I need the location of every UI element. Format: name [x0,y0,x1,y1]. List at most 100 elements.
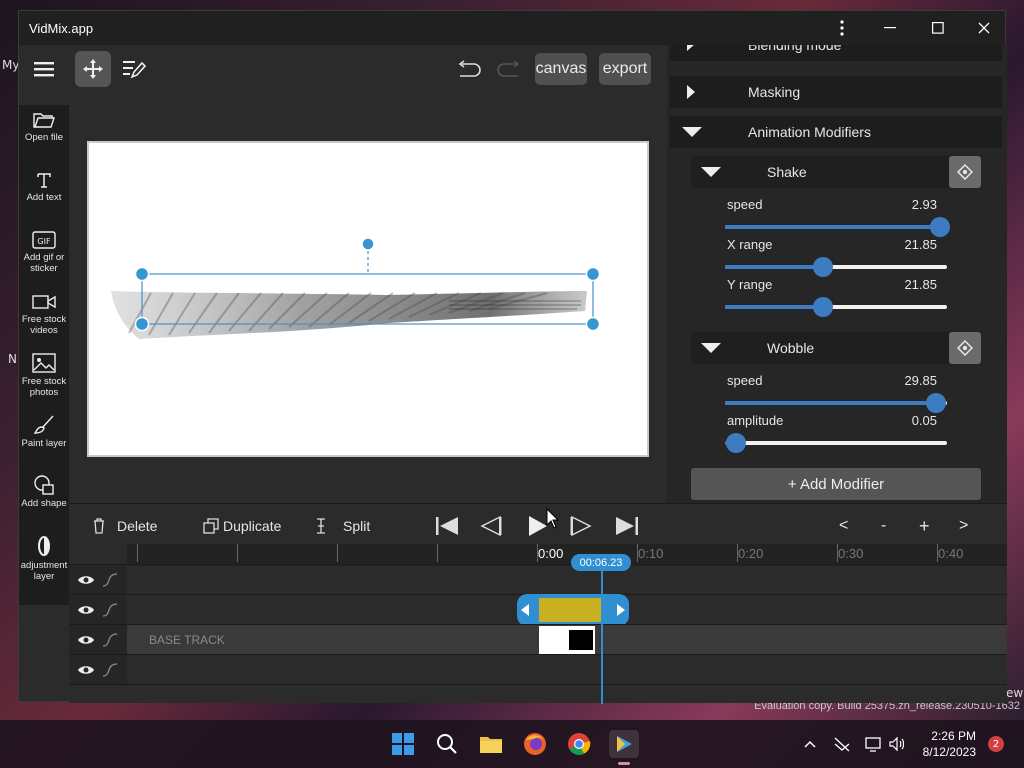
close-icon[interactable] [961,11,1007,45]
slider-knob[interactable] [726,433,747,453]
track-row [69,684,1007,704]
modifier-name: Shake [767,164,807,180]
tool-label: adjustment layer [20,560,68,582]
stock-photos-tool[interactable]: Free stock photos [19,353,69,398]
ruler-label: 0:00 [538,546,564,561]
export-button[interactable]: export [599,53,651,85]
eye-icon[interactable] [77,631,95,649]
clip-body[interactable] [539,598,603,622]
zoom-in-button[interactable]: + [919,514,930,538]
skip-to-end-icon[interactable] [615,514,639,538]
notification-badge[interactable]: 2 [988,736,1004,752]
resize-handle[interactable] [134,316,150,332]
curve-icon[interactable] [101,631,119,649]
section-blending-mode[interactable]: Blending mode [670,45,1002,61]
resize-handle[interactable] [134,266,150,282]
delete-button[interactable]: Delete [93,514,157,538]
curve-icon[interactable] [101,601,119,619]
add-shape-tool[interactable]: Add shape [19,475,69,509]
eye-icon[interactable] [77,601,95,619]
base-track-row: BASE TRACK [69,624,1007,655]
track-controls [69,565,127,595]
adjustment-layer-tool[interactable]: adjustment layer [19,535,69,582]
slider-knob[interactable] [930,217,951,237]
video-camera-icon [32,295,56,309]
playhead-time-badge[interactable]: 00:06.23 [571,554,631,571]
slider-knob[interactable] [812,297,833,317]
vidmix-taskbar-icon[interactable] [609,730,639,758]
system-clock[interactable]: 2:26 PM 8/12/2023 [923,728,976,760]
ruler-tick [437,544,438,562]
resize-handle[interactable] [585,316,601,332]
paint-layer-tool[interactable]: Paint layer [19,415,69,449]
slider-knob[interactable] [925,393,946,413]
keyframe-diamond-icon[interactable] [949,332,981,364]
timeline: Delete Duplicate Split < - + > 0:00 0:10… [69,503,1007,704]
wobble-speed-slider[interactable] [725,393,947,413]
zoom-out-button[interactable]: - [881,514,886,538]
shake-y-range-slider[interactable] [725,297,947,317]
track-row [69,654,1007,685]
base-clip[interactable] [539,626,595,654]
slider-knob[interactable] [812,257,833,277]
section-animation-modifiers[interactable]: Animation Modifiers [670,116,1002,148]
skip-to-start-icon[interactable] [435,514,459,538]
trim-right-handle-icon[interactable] [617,604,625,616]
rotate-handle[interactable] [361,237,375,251]
shake-x-range-slider[interactable] [725,257,947,277]
chrome-icon[interactable] [565,730,593,758]
step-forward-icon[interactable] [569,514,593,538]
duplicate-icon [203,518,219,534]
modifier-wobble[interactable]: Wobble [691,332,981,364]
chevron-up-icon[interactable] [796,730,824,758]
canvas-button[interactable]: canvas [535,53,587,85]
redo-icon[interactable] [495,55,523,83]
zoom-prev-button[interactable]: < [839,514,848,538]
section-masking[interactable]: Masking [670,76,1002,108]
time-ruler[interactable]: 0:00 0:10 0:20 0:30 0:40 [127,544,1007,566]
minimize-icon[interactable] [867,11,913,45]
zoom-next-button[interactable]: > [959,514,968,538]
split-label: Split [343,518,371,534]
text-icon [37,173,51,188]
hamburger-menu-icon[interactable] [29,54,59,84]
shake-speed-slider[interactable] [725,217,951,237]
add-gif-tool[interactable]: GIF Add gif or sticker [19,231,69,274]
open-file-tool[interactable]: Open file [19,111,69,143]
split-button[interactable]: Split [315,514,370,538]
video-canvas[interactable] [87,141,649,457]
modifier-shake[interactable]: Shake [691,156,981,188]
clock-time: 2:26 PM [931,729,976,743]
kebab-menu-icon[interactable] [819,11,865,45]
maximize-icon[interactable] [915,11,961,45]
start-icon[interactable] [389,730,417,758]
duplicate-button[interactable]: Duplicate [203,514,281,538]
desktop-label: My [2,58,20,72]
file-explorer-icon[interactable] [477,730,505,758]
eye-icon[interactable] [77,661,95,679]
eye-icon[interactable] [77,571,95,589]
volume-icon[interactable] [884,730,912,758]
param-label: X range [727,237,773,252]
duplicate-label: Duplicate [223,518,282,534]
selected-clip[interactable] [517,594,629,626]
edit-tool-icon[interactable] [119,54,149,84]
step-back-icon[interactable] [479,514,503,538]
ruler-tick [337,544,338,562]
keyframe-diamond-icon[interactable] [949,156,981,188]
curve-icon[interactable] [101,571,119,589]
firefox-icon[interactable] [521,730,549,758]
search-icon[interactable] [433,730,461,758]
trim-left-handle-icon[interactable] [521,604,529,616]
network-off-icon[interactable] [828,730,856,758]
resize-handle[interactable] [585,266,601,282]
stock-videos-tool[interactable]: Free stock videos [19,293,69,336]
move-tool-icon[interactable] [75,51,111,87]
playhead-line[interactable] [601,554,603,704]
undo-icon[interactable] [455,55,483,83]
add-text-tool[interactable]: Add text [19,171,69,203]
add-modifier-button[interactable]: + Add Modifier [691,468,981,500]
wobble-amplitude-slider[interactable] [725,433,947,453]
properties-panel: Blending mode Masking Animation Modifier… [667,45,1007,503]
curve-icon[interactable] [101,661,119,679]
